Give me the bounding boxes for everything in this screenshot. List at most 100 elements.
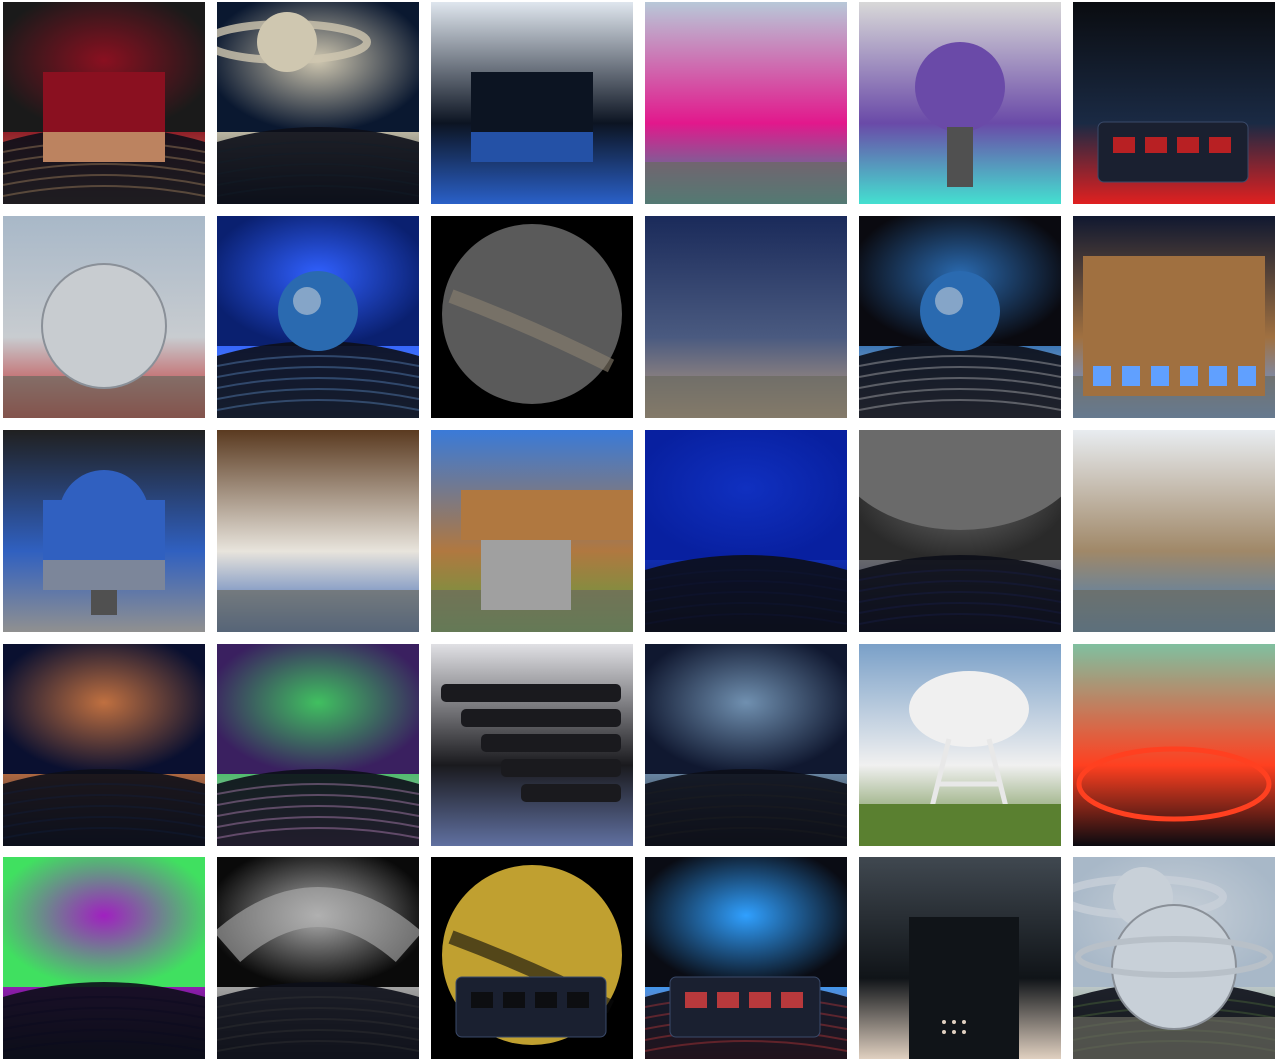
fisheye-sky (442, 224, 622, 404)
photo-moon-dome-seating (859, 430, 1061, 632)
photo-tile-saturn-ring-mirror-building[interactable] (1073, 857, 1275, 1059)
photo-projector-star-ball-installation (859, 2, 1061, 204)
photo-tile-silhouette-night-sky[interactable] (859, 857, 1061, 1059)
photo-tile-moon-dome-seating[interactable] (859, 430, 1061, 632)
photo-tile-particle-lines-console[interactable] (645, 857, 847, 1059)
dome-sky (645, 430, 847, 560)
lit-window (1151, 366, 1169, 386)
photo-dome-auditorium-red-seats (3, 2, 205, 204)
photo-tile-zeiss-projector-blue-hall[interactable] (3, 430, 205, 632)
photo-silver-globe-building (3, 216, 205, 418)
photo-tile-tree-fisheye-dome-console[interactable] (431, 857, 633, 1059)
photo-tile-nebula-dome-projection[interactable] (3, 644, 205, 846)
seating-silhouette (217, 982, 419, 1059)
building-base (481, 540, 571, 610)
photo-tile-projector-star-ball-installation[interactable] (859, 2, 1061, 204)
console-screen (685, 992, 707, 1008)
grass (859, 804, 1061, 846)
seating-silhouette (859, 555, 1061, 632)
building-silhouette (909, 917, 1019, 1059)
cantilever-block (461, 490, 633, 540)
projector-ball (915, 42, 1005, 132)
photo-tile-red-ring-star-floor[interactable] (1073, 644, 1275, 846)
console-screen (1177, 137, 1199, 153)
photo-tile-dome-auditorium-red-seats[interactable] (3, 2, 205, 204)
console-screen (567, 992, 589, 1008)
photo-space-telescope-earth-dome (859, 216, 1061, 418)
light-dot (952, 1030, 956, 1034)
photo-constellations-earth-dome (217, 216, 419, 418)
seating-silhouette (3, 982, 205, 1059)
photo-tile-blue-dome-seating[interactable] (645, 430, 847, 632)
dish (909, 671, 1029, 747)
photo-blue-dome-seating (645, 430, 847, 632)
photo-tile-space-telescope-earth-dome[interactable] (859, 216, 1061, 418)
light-dot (962, 1020, 966, 1024)
console-screen (1209, 137, 1231, 153)
seating-silhouette (859, 341, 1061, 418)
lit-window (1180, 366, 1198, 386)
spherical-building (41, 263, 167, 389)
seating-silhouette (217, 341, 419, 418)
photo-tile-theatre-entrance-blue-seats[interactable] (431, 2, 633, 204)
moon-surface (859, 430, 1061, 530)
photo-tile-digital-planetarium-lobby[interactable] (217, 430, 419, 632)
seat-row (501, 759, 621, 777)
console-screen (471, 992, 493, 1008)
ground (1073, 590, 1275, 632)
seats (43, 560, 165, 590)
light-dot (942, 1020, 946, 1024)
photo-tile-aurora-dome[interactable] (3, 857, 205, 1059)
photo-tile-fisheye-milky-way[interactable] (431, 216, 633, 418)
photo-tile-constellations-earth-dome[interactable] (217, 216, 419, 418)
planet-body (257, 12, 317, 72)
dome-sky (217, 644, 419, 774)
ground (217, 590, 419, 632)
seating-silhouette (645, 555, 847, 632)
photo-tile-modern-curved-facade[interactable] (1073, 430, 1275, 632)
photo-tile-building-twilight-sky[interactable] (645, 216, 847, 418)
photo-tile-life-sign-archway[interactable] (645, 2, 847, 204)
photo-milky-way-dome-seats (645, 644, 847, 846)
photo-tile-control-console-buttons[interactable] (1073, 2, 1275, 204)
dome-sky (645, 644, 847, 774)
photo-theatre-entrance-blue-seats (431, 2, 633, 204)
photo-reclining-seats-rows (431, 644, 633, 846)
ground (645, 376, 847, 418)
console-screen (503, 992, 525, 1008)
photo-red-ring-star-floor (1073, 644, 1275, 846)
console-screen (717, 992, 739, 1008)
photo-tile-radio-telescope-dish[interactable] (859, 644, 1061, 846)
dome-sky (3, 644, 205, 774)
photo-tile-hexagon-pattern-dome[interactable] (217, 857, 419, 1059)
cloud-patch (935, 287, 963, 315)
photo-nebula-dome-projection (3, 644, 205, 846)
lit-window (1122, 366, 1140, 386)
photo-control-console-buttons (1073, 2, 1275, 204)
photo-silhouette-night-sky (859, 857, 1061, 1059)
light-dot (942, 1030, 946, 1034)
photo-tile-milky-way-dome-seats[interactable] (645, 644, 847, 846)
photo-tree-fisheye-dome-console (431, 857, 633, 1059)
spherical-building (1111, 904, 1237, 1030)
photo-saturn-ring-mirror-building (1073, 857, 1275, 1059)
photo-tile-cantilever-copper-building[interactable] (431, 430, 633, 632)
photo-building-twilight-sky (645, 216, 847, 418)
ground (645, 162, 847, 204)
photo-tile-silver-globe-building[interactable] (3, 216, 205, 418)
photo-digital-planetarium-lobby (217, 430, 419, 632)
photo-historic-building-night (1073, 216, 1275, 418)
photo-tile-glowing-dome-reflection[interactable] (217, 644, 419, 846)
photo-tile-reclining-seats-rows[interactable] (431, 644, 633, 846)
console-screen (1113, 137, 1135, 153)
seats (471, 132, 593, 162)
photo-tile-saturn-dome-projection[interactable] (217, 2, 419, 204)
photo-glowing-dome-reflection (217, 644, 419, 846)
seat-row (441, 684, 621, 702)
seats (43, 132, 165, 162)
seat-row (461, 709, 621, 727)
seating-silhouette (3, 769, 205, 846)
photo-tile-historic-building-night[interactable] (1073, 216, 1275, 418)
photo-grid (0, 0, 1279, 1059)
seating-silhouette (217, 127, 419, 204)
